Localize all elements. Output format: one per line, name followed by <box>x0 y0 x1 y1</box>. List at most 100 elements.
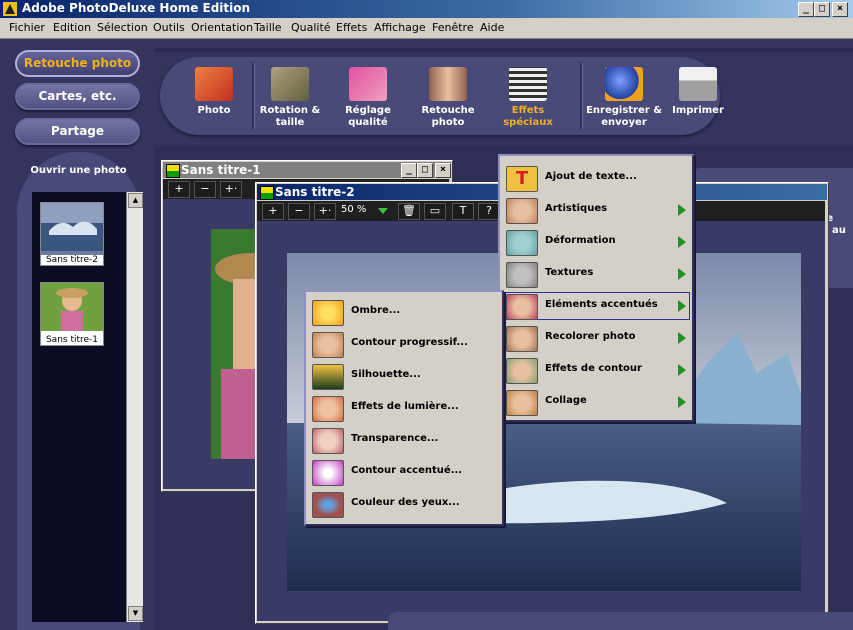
menu-item-label: Effets de contour <box>545 363 642 374</box>
zoom-level[interactable]: 50 % <box>341 204 366 215</box>
zoom-dropdown-icon[interactable] <box>378 208 388 214</box>
submenu-item-effets-lumiere[interactable]: Effets de lumière... <box>306 392 502 424</box>
menu-selection[interactable]: Sélection <box>97 21 148 34</box>
maximize-button[interactable]: □ <box>814 2 830 17</box>
menu-item-recolorer[interactable]: Recolorer photo <box>500 322 692 354</box>
doc1-maximize-button[interactable]: □ <box>417 163 433 178</box>
face-icon <box>506 390 538 416</box>
zoom-in-icon[interactable]: + <box>262 203 284 220</box>
scroll-up-icon[interactable]: ▲ <box>128 193 143 208</box>
bottom-toolbar <box>388 612 853 630</box>
submenu-item-couleur-yeux[interactable]: Couleur des yeux... <box>306 488 502 520</box>
submenu-arrow-icon <box>678 364 686 376</box>
menu-taille[interactable]: Taille <box>254 21 282 34</box>
imprimer-tool[interactable]: Imprimer <box>658 67 738 117</box>
submenu-item-contour-progressif[interactable]: Contour progressif... <box>306 328 502 360</box>
menu-orientation[interactable]: Orientation <box>191 21 253 34</box>
menu-outils[interactable]: Outils <box>153 21 185 34</box>
doc1-close-button[interactable]: × <box>435 163 451 178</box>
menu-item-ajout-texte[interactable]: T Ajout de texte... <box>500 162 692 194</box>
retouche-tool-label: Retouche photo <box>421 105 475 128</box>
open-photo-label[interactable]: Ouvrir une photo <box>17 165 140 177</box>
menu-edition[interactable]: Edition <box>53 21 91 34</box>
menu-item-elements-accentues[interactable]: Eléments accentués <box>500 290 692 322</box>
thumbnail-scrollbar[interactable]: ▲ ▼ <box>126 192 143 622</box>
effets-speciaux-tool[interactable]: Effets spéciaux <box>488 67 568 129</box>
menu-item-artistiques[interactable]: Artistiques <box>500 194 692 226</box>
submenu-arrow-icon <box>678 236 686 248</box>
reglage-tool[interactable]: Réglage qualité <box>328 67 408 129</box>
submenu-item-silhouette[interactable]: Silhouette... <box>306 360 502 392</box>
doc1-minimize-button[interactable]: _ <box>401 163 417 178</box>
thumbnail-sans-titre-1[interactable]: Sans titre-1 <box>40 282 104 346</box>
submenu-arrow-icon <box>678 268 686 280</box>
photo-tool-label: Photo <box>197 105 231 116</box>
thumbnail-sans-titre-2[interactable]: Sans titre-2 <box>40 202 104 266</box>
partage-button[interactable]: Partage <box>15 118 140 145</box>
window-title: Adobe PhotoDeluxe Home Edition <box>22 1 251 15</box>
cartes-button[interactable]: Cartes, etc. <box>15 83 140 110</box>
accent-submenu: Ombre... Contour progressif... Silhouett… <box>304 290 504 526</box>
submenu-item-label: Transparence... <box>351 433 439 444</box>
menu-item-label: Eléments accentués <box>545 299 658 310</box>
window-icon[interactable]: ▭ <box>424 203 446 220</box>
submenu-item-label: Contour accentué... <box>351 465 463 476</box>
menu-item-collage[interactable]: Collage <box>500 386 692 418</box>
menu-item-deformation[interactable]: Déformation <box>500 226 692 258</box>
silhouette-icon <box>312 364 344 390</box>
text-icon: T <box>506 166 538 192</box>
submenu-arrow-icon <box>678 204 686 216</box>
menu-bar: Fichier Edition Sélection Outils Orienta… <box>0 18 853 39</box>
menu-item-textures[interactable]: Textures <box>500 258 692 290</box>
zoom-out-icon[interactable]: − <box>288 203 310 220</box>
zoom-out-icon[interactable]: − <box>194 181 216 198</box>
help-icon[interactable]: ? <box>478 203 500 220</box>
face-icon <box>506 230 538 256</box>
text-tool-icon[interactable]: T <box>452 203 474 220</box>
submenu-item-transparence[interactable]: Transparence... <box>306 424 502 456</box>
doc2-title: Sans titre-2 <box>275 185 355 199</box>
retouche-photo-button[interactable]: Retouche photo <box>15 50 140 77</box>
special-effects-icon <box>509 67 547 101</box>
submenu-item-label: Silhouette... <box>351 369 421 380</box>
zoom-fit-icon[interactable]: +· <box>220 181 242 198</box>
minimize-button[interactable]: _ <box>798 2 814 17</box>
face-icon <box>506 262 538 288</box>
doc1-title-bar[interactable]: Sans titre-1 _ □ × <box>163 162 451 178</box>
menu-item-label: Déformation <box>545 235 616 246</box>
photo-tool[interactable]: Photo <box>174 67 254 117</box>
toolbar-rail <box>155 48 853 52</box>
face-icon <box>312 332 344 358</box>
eye-icon <box>312 492 344 518</box>
effets-tool-label: Effets spéciaux <box>503 105 553 128</box>
menu-item-label: Recolorer photo <box>545 331 636 342</box>
rotation-tool[interactable]: Rotation & taille <box>250 67 330 129</box>
zoom-in-icon[interactable]: + <box>168 181 190 198</box>
menu-fichier[interactable]: Fichier <box>9 21 45 34</box>
submenu-item-contour-accentue[interactable]: Contour accentué... <box>306 456 502 488</box>
menu-qualite[interactable]: Qualité <box>291 21 331 34</box>
menu-affichage[interactable]: Affichage <box>374 21 426 34</box>
menu-item-effets-contour[interactable]: Effets de contour <box>500 354 692 386</box>
scroll-down-icon[interactable]: ▼ <box>128 606 143 621</box>
trash-icon[interactable]: 🗑 <box>398 203 420 220</box>
submenu-item-label: Couleur des yeux... <box>351 497 460 508</box>
effects-menu: T Ajout de texte... Artistiques Déformat… <box>498 154 694 422</box>
menu-effets[interactable]: Effets <box>336 21 367 34</box>
menu-fenetre[interactable]: Fenêtre <box>432 21 474 34</box>
enregistrer-tool[interactable]: Enregistrer & envoyer <box>584 67 664 129</box>
doc1-title: Sans titre-1 <box>181 163 261 177</box>
activity-toolbar: Photo Rotation & taille Réglage qualité … <box>160 57 724 135</box>
menu-aide[interactable]: Aide <box>480 21 504 34</box>
title-bar[interactable]: Adobe PhotoDeluxe Home Edition _ □ × <box>0 0 853 18</box>
zoom-fit-icon[interactable]: +· <box>314 203 336 220</box>
submenu-item-ombre[interactable]: Ombre... <box>306 296 502 328</box>
thumbnail-list: Sans titre-2 Sans titre-1 ▲ ▼ <box>32 192 143 622</box>
close-button[interactable]: × <box>832 2 848 17</box>
retouche-tool[interactable]: Retouche photo <box>408 67 488 129</box>
open-photo-text: Ouvrir une photo <box>30 165 127 176</box>
globe-icon <box>605 67 643 101</box>
menu-item-label: Textures <box>545 267 594 278</box>
app-icon <box>3 2 17 16</box>
photo-tray: Ouvrir une photo Sans titre-2 Sans titre… <box>17 152 143 630</box>
